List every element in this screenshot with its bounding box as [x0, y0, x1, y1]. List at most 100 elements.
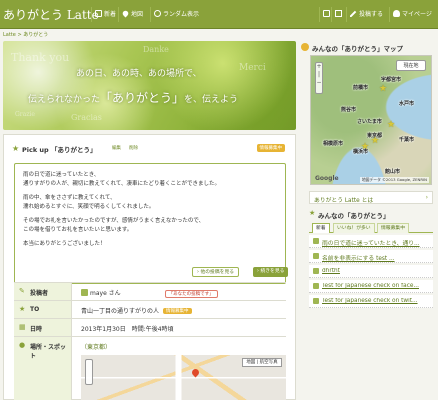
map-city-label: 館山市	[385, 169, 401, 175]
post-thumb-icon	[313, 298, 319, 304]
read-more-button[interactable]: › 続きを見る	[253, 267, 289, 277]
map-city-label: 熊谷市	[341, 107, 357, 113]
hero-ghost-word: Thank you	[11, 51, 70, 64]
map-star-marker[interactable]: ★	[371, 136, 379, 146]
list-item-title[interactable]: Test for Japanese check on twit...	[322, 298, 430, 304]
nav-random[interactable]: ランダム表示	[150, 7, 199, 22]
zoom-slider[interactable]: |	[316, 71, 322, 79]
pickup-edit-link[interactable]: 編集	[112, 145, 121, 151]
date-row: ▦ 日時 2013年1月30日 時間:午後4時頃	[14, 318, 286, 336]
post-thumb-icon	[313, 268, 319, 274]
mypage-label: マイページ	[402, 11, 432, 18]
spot-map[interactable]: 地図 | 航空写真	[81, 355, 286, 400]
list-item-title[interactable]: 雨の日で道に迷っていたとき、通り...	[322, 238, 430, 247]
about-label: ありがとう Latte とは	[314, 198, 374, 204]
message-line: 濡れ始めるとすぐに、笑顔で明るくしてくれました。	[23, 203, 155, 210]
map-star-marker[interactable]: ★	[387, 120, 395, 130]
poster-value: maye さん 「あなたの投稿です」	[81, 288, 218, 298]
map-star-marker[interactable]: ★	[361, 142, 369, 152]
list-tabs: 新着 いいね！が多い 情報募集中	[309, 222, 433, 233]
other-posts-label: 他の投稿を見る	[200, 270, 235, 275]
zoom-out-icon[interactable]: −	[316, 79, 322, 87]
post-thumb-icon	[313, 283, 319, 289]
nav-map[interactable]: 地図	[118, 7, 143, 22]
mail-icon	[335, 10, 342, 17]
other-posts-button[interactable]: › 他の投稿を見る	[192, 267, 240, 277]
map-attribution: 地図データ ©2013 Google, ZENRIN	[359, 177, 429, 183]
place-label: 場所・スポット	[30, 344, 67, 360]
poster-row: ✎ 投稿者 maye さん 「あなたの投稿です」	[14, 282, 286, 300]
news-icon	[95, 10, 102, 17]
breadcrumb-current[interactable]: ありがとう	[23, 32, 48, 38]
place-value[interactable]: （東京都）	[81, 342, 111, 351]
list-item-title[interactable]: dhrtht	[322, 268, 430, 274]
about-link[interactable]: ありがとう Latte とは ›	[309, 191, 433, 204]
zoom-control[interactable]: + | −	[315, 62, 323, 94]
pencil-icon: ✎	[19, 287, 25, 295]
map-pin-icon	[121, 9, 130, 18]
top-header: ありがとう Latte 新着 地図 ランダム表示 投稿する マイページ	[0, 0, 438, 29]
poster-label-cell: ✎ 投稿者	[14, 283, 72, 300]
map-star-marker[interactable]: ★	[379, 84, 387, 94]
message-line: 本当にありがとうございました！	[23, 241, 106, 247]
pickup-delete-link[interactable]: 削除	[129, 145, 138, 151]
tab-new[interactable]: 新着	[312, 223, 330, 233]
google-logo: Google	[315, 175, 339, 182]
map-city-label: 相模原市	[323, 141, 344, 147]
list-item-title[interactable]: Test for Japanese check on face...	[322, 283, 430, 289]
list-item[interactable]: Test for Japanese check on twit...	[309, 295, 433, 308]
user-icon	[393, 10, 400, 17]
hero-line-1: あの日、あの時、あの場所で、	[76, 69, 202, 79]
map-section-title: みんなの「ありがとう」マップ	[312, 45, 403, 53]
hero-banner: Thank you Merci Danke Gracias Grazie あの日…	[3, 41, 296, 130]
poster-name[interactable]: maye さん	[90, 290, 121, 297]
tab-seeking-info[interactable]: 情報募集中	[377, 223, 409, 233]
post-button[interactable]: 投稿する	[346, 7, 383, 22]
list-item[interactable]: 雨の日で道に迷っていたとき、通り...	[309, 235, 433, 248]
place-row: ● 場所・スポット （東京都） 地図 | 航空写真	[14, 336, 286, 400]
poster-label: 投稿者	[30, 290, 49, 297]
zoom-control[interactable]	[85, 359, 93, 385]
pickup-panel: ★ Pick up 「ありがとう」 編集 削除 情報募集中 雨の日で道に迷ってい…	[3, 134, 296, 400]
nav-random-label: ランダム表示	[163, 11, 200, 18]
mail-button[interactable]	[331, 7, 344, 22]
tab-most-liked[interactable]: いいね！が多い	[333, 223, 375, 233]
list-item[interactable]: dhrtht	[309, 265, 433, 278]
map-city-label: 前橋市	[353, 85, 369, 91]
map-city-label: さいたま市	[357, 119, 382, 125]
message-line: この場を借りてお礼を言いたいと思います。	[23, 226, 133, 233]
pickup-title: Pick up 「ありがとう」	[22, 146, 97, 154]
zoom-in-icon[interactable]: +	[316, 63, 322, 71]
current-location-button[interactable]: 現在地	[396, 60, 426, 71]
message-line: 雨の中、傘をささずに教えてくれて、	[23, 195, 116, 201]
message-line: その場でお礼を言いたかったのですが、感情がうまく言えなかったので、	[23, 218, 205, 224]
read-more-label: 続きを見る	[260, 269, 285, 274]
arigatou-map[interactable]: + | − 現在地 前橋市 宇都宮市 熊谷市 水戸市 さいたま市 東京都 千葉市…	[310, 55, 432, 185]
list-item-title[interactable]: 名前を非表示にする test ...	[322, 253, 430, 262]
date-label-cell: ▦ 日時	[14, 319, 72, 336]
breadcrumb: Latte > ありがとう	[3, 31, 48, 38]
hero-line-2c: を、伝えよう	[184, 95, 239, 105]
date-label: 日時	[30, 326, 43, 333]
list-item[interactable]: Test for Japanese check on face...	[309, 280, 433, 293]
hero-ghost-word: Grazie	[15, 111, 35, 118]
message-line: 通りすがりの人が、親切に教えてくれて、凄車にたどり着くことができました。	[23, 180, 221, 187]
seeking-info-tag: 情報募集中	[163, 308, 192, 314]
random-icon	[154, 10, 161, 17]
chevron-right-icon: ›	[425, 194, 428, 201]
map-icon	[301, 43, 309, 51]
map-pin-icon: ●	[19, 341, 26, 349]
hero-line-2: 伝えられなかった「ありがとう」を、伝えよう	[28, 89, 238, 106]
place-label-cell: ● 場所・スポット	[14, 337, 72, 400]
star-icon: ★	[19, 305, 26, 313]
map-type-toggle[interactable]: 地図 | 航空写真	[242, 358, 282, 367]
nav-news[interactable]: 新着	[91, 7, 116, 22]
list-item[interactable]: 名前を非表示にする test ...	[309, 250, 433, 263]
map-marker-icon[interactable]	[190, 367, 201, 378]
mypage-button[interactable]: マイページ	[389, 7, 432, 22]
map-city-label: 水戸市	[399, 101, 415, 107]
breadcrumb-home[interactable]: Latte	[3, 32, 16, 38]
message-box: 雨の日で道に迷っていたとき、 通りすがりの人が、親切に教えてくれて、凄車にたどり…	[14, 163, 286, 284]
to-label: TO	[30, 306, 40, 313]
site-logo[interactable]: ありがとう Latte	[3, 6, 99, 23]
